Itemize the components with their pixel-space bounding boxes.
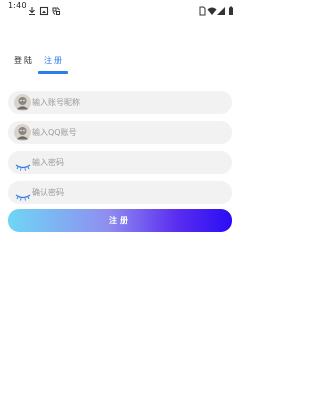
status-bar: 1:40 (0, 0, 240, 16)
avatar-icon (14, 94, 31, 111)
app-notification-icon (51, 1, 61, 15)
nickname-field[interactable]: 输入账号昵称 (8, 91, 232, 114)
download-icon (27, 1, 37, 16)
auth-tabs: 登陆 注册 (0, 55, 240, 77)
active-tab-indicator (38, 71, 68, 74)
status-time: 1:40 (8, 1, 27, 10)
nickname-placeholder: 输入账号昵称 (32, 98, 80, 107)
register-button[interactable]: 注册 (8, 209, 232, 232)
sim-card-icon (197, 1, 207, 16)
tab-login[interactable]: 登陆 (14, 55, 34, 66)
signal-icon (216, 1, 226, 15)
confirm-password-field[interactable]: 确认密码 (8, 181, 232, 204)
avatar-icon (14, 124, 31, 141)
battery-icon (226, 1, 236, 15)
password-placeholder: 输入密码 (32, 158, 64, 167)
closed-eye-icon[interactable] (15, 187, 31, 201)
qq-account-placeholder: 输入QQ账号 (32, 128, 77, 137)
qq-account-field[interactable]: 输入QQ账号 (8, 121, 232, 144)
password-field[interactable]: 输入密码 (8, 151, 232, 174)
closed-eye-icon[interactable] (15, 157, 31, 171)
image-notification-icon (39, 1, 49, 16)
tab-register[interactable]: 注册 (44, 55, 64, 66)
register-button-label: 注册 (109, 216, 131, 225)
confirm-password-placeholder: 确认密码 (32, 188, 64, 197)
